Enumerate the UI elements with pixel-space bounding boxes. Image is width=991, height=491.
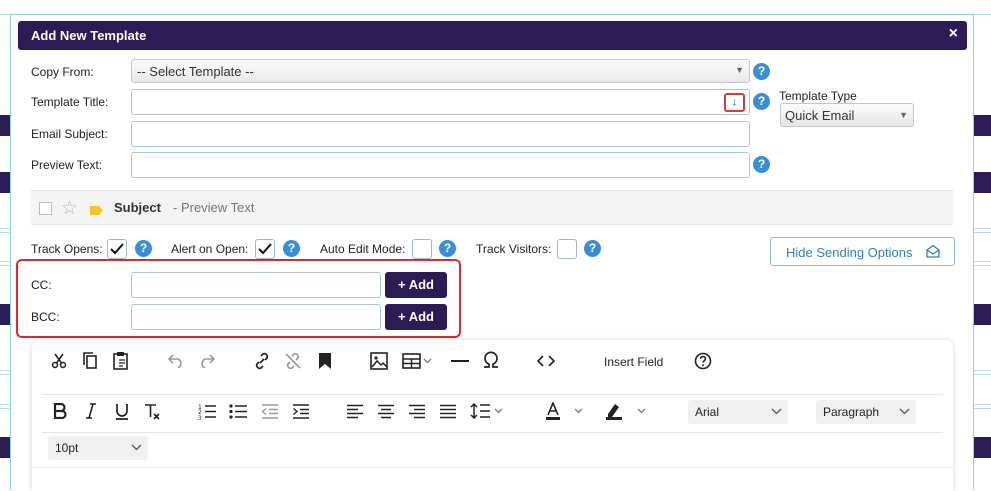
chevron-down-icon [899,406,910,420]
auto-edit-mode-help-icon[interactable]: ? [439,240,456,257]
highlight-color-icon[interactable] [605,402,653,421]
template-title-help-icon[interactable]: ? [753,93,770,110]
insert-field-download-icon[interactable]: ↓ [724,93,745,112]
editor-content-area[interactable] [32,468,953,491]
track-opens-help-icon[interactable]: ? [135,240,152,257]
bcc-input[interactable] [131,304,381,330]
rich-text-editor: Insert Field 123 Arial Paragraph 10pt [32,340,953,491]
modal-header: Add New Template × [18,21,967,50]
add-cc-button[interactable]: + Add [385,272,447,298]
alert-on-open-label: Alert on Open: [171,242,249,256]
track-opens-label: Track Opens: [31,242,103,256]
align-justify-icon[interactable] [439,404,457,419]
track-visitors-help-icon[interactable]: ? [584,240,601,257]
checkmark-icon [258,243,272,255]
editor-toolbar-row: Insert Field [32,340,953,380]
alert-on-open-help-icon[interactable]: ? [283,240,300,257]
bold-icon[interactable] [53,403,67,419]
chevron-down-icon: ▼ [899,110,908,120]
track-visitors-checkbox[interactable] [557,239,577,259]
cut-icon[interactable] [51,353,67,369]
preview-snippet: - Preview Text [173,200,255,215]
horizontal-line-icon[interactable] [451,360,469,363]
bcc-label: BCC: [31,310,60,324]
envelope-open-icon [926,244,940,261]
redo-icon[interactable] [198,353,216,368]
editor-toolbar-row: 10pt [32,433,953,467]
hide-sending-options-label: Hide Sending Options [786,245,913,260]
preview-checkbox [39,202,52,215]
copy-from-help-icon[interactable]: ? [753,63,770,80]
template-type-selected: Quick Email [785,108,855,123]
special-character-icon[interactable] [482,351,500,369]
source-code-icon[interactable] [537,354,555,368]
block-format-value: Paragraph [823,405,880,419]
clear-formatting-icon[interactable] [144,403,160,420]
add-bcc-button[interactable]: + Add [385,304,447,330]
cc-input[interactable] [131,272,381,298]
indent-icon[interactable] [292,403,310,420]
align-left-icon[interactable] [346,404,364,419]
preview-subject: Subject [114,200,161,215]
help-circle-icon[interactable] [694,352,712,370]
template-type-label: Template Type [779,89,857,103]
track-visitors-label: Track Visitors: [476,242,552,256]
insert-field-button[interactable]: Insert Field [604,355,663,369]
star-icon: ☆ [61,198,79,219]
font-family-value: Arial [695,405,720,419]
undo-icon[interactable] [167,353,185,368]
email-subject-input[interactable] [131,121,750,147]
template-title-input[interactable] [131,89,750,115]
preview-text-input[interactable] [131,152,750,178]
align-right-icon[interactable] [408,404,426,419]
tag-icon [89,203,104,221]
close-icon[interactable]: × [949,26,958,42]
template-type-select[interactable]: Quick Email ▼ [780,103,914,127]
chevron-down-icon: ▼ [735,65,744,75]
svg-text:3: 3 [198,415,202,420]
italic-icon[interactable] [85,403,97,419]
font-size-select[interactable]: 10pt [48,436,148,460]
checkmark-icon [110,243,124,255]
font-size-value: 10pt [55,441,79,455]
bullet-list-icon[interactable] [229,403,247,420]
chevron-down-icon [131,442,142,456]
track-opens-checkbox[interactable] [107,239,127,259]
copy-icon[interactable] [82,352,98,370]
chevron-down-icon [771,406,782,420]
image-icon[interactable] [370,352,388,370]
underline-icon[interactable] [115,403,129,420]
align-center-icon[interactable] [377,404,395,419]
bookmark-icon[interactable] [318,352,332,370]
template-title-label: Template Title: [31,95,109,109]
add-template-modal: Add New Template × Copy From: -- Select … [10,14,974,491]
preview-text-label: Preview Text: [31,158,103,172]
numbered-list-icon[interactable]: 123 [198,403,216,420]
link-icon[interactable] [253,352,271,370]
preview-text-help-icon[interactable]: ? [753,156,770,173]
paste-icon[interactable] [112,351,130,370]
outdent-icon[interactable] [261,403,279,420]
block-format-select[interactable]: Paragraph [816,400,916,424]
copy-from-select[interactable]: -- Select Template -- ▼ [131,59,750,83]
modal-title: Add New Template [31,28,147,43]
editor-toolbar-row: 123 Arial Paragraph [32,395,953,431]
copy-from-selected: -- Select Template -- [137,64,254,79]
copy-from-label: Copy From: [31,65,94,79]
alert-on-open-checkbox[interactable] [255,239,275,259]
hide-sending-options-button[interactable]: Hide Sending Options [770,237,955,266]
auto-edit-mode-checkbox[interactable] [412,239,432,259]
table-icon[interactable] [402,353,434,369]
text-color-icon[interactable] [545,402,593,421]
line-height-icon[interactable] [470,402,508,420]
unlink-icon[interactable] [284,352,302,370]
font-family-select[interactable]: Arial [688,400,788,424]
email-subject-label: Email Subject: [31,127,108,141]
inbox-preview-row: ☆ Subject - Preview Text [31,190,953,225]
auto-edit-mode-label: Auto Edit Mode: [320,242,406,256]
cc-label: CC: [31,278,52,292]
